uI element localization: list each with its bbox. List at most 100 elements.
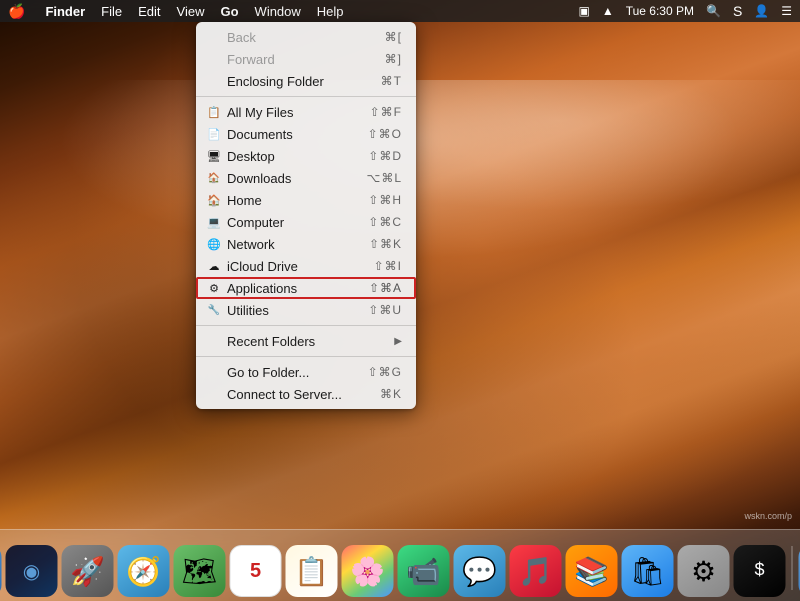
siri-icon: ◉ [23,559,40,584]
siri-icon[interactable]: S [733,3,742,19]
dock-item-settings[interactable]: ⚙ [678,545,730,597]
menu-item-connect[interactable]: Connect to Server... ⌘K [196,383,416,405]
menu-item-network-left: 🌐 Network [206,236,275,252]
separator-2 [196,325,416,326]
desktop: 🍎 Finder File Edit View Go Window Help ▣… [0,0,800,601]
search-icon[interactable]: 🔍 [706,4,721,18]
menubar-window[interactable]: Window [255,4,301,19]
terminal-icon: $ [754,561,765,581]
all-my-files-shortcut: ⇧⌘F [370,105,402,119]
dock-item-photos[interactable]: 🌸 [342,545,394,597]
network-icon: 🌐 [206,236,222,252]
menu-icon[interactable]: ☰ [781,4,792,18]
menubar-finder[interactable]: Finder [45,4,85,19]
dock-item-facetime[interactable]: 📹 [398,545,450,597]
downloads-shortcut: ⌥⌘L [366,171,402,185]
menu-item-all-my-files[interactable]: 📋 All My Files ⇧⌘F [196,101,416,123]
back-shortcut: ⌘[ [385,30,402,44]
menu-item-desktop[interactable]: 🖥 Desktop ⇧⌘D [196,145,416,167]
home-icon: 🏠 [206,192,222,208]
menu-item-home[interactable]: 🏠 Home ⇧⌘H [196,189,416,211]
home-label: Home [227,193,262,208]
battery-icon: ▣ [578,4,589,18]
menubar-left: 🍎 Finder File Edit View Go Window Help [8,3,344,20]
network-label: Network [227,237,275,252]
dock-item-messages[interactable]: 💬 [454,545,506,597]
icloud-shortcut: ⇧⌘I [374,259,402,273]
maps-icon: 🗺 [182,555,218,588]
documents-icon: 📄 [206,126,222,142]
back-label: Back [227,30,256,45]
dock-item-music[interactable]: 🎵 [510,545,562,597]
menu-item-documents[interactable]: 📄 Documents ⇧⌘O [196,123,416,145]
menu-item-back[interactable]: Back ⌘[ [196,26,416,48]
connect-shortcut: ⌘K [380,387,402,401]
downloads-icon: 🏠 [206,170,222,186]
menu-item-recent-folders-left: Recent Folders [206,333,315,349]
menubar-file[interactable]: File [101,4,122,19]
enclosing-icon [206,73,222,89]
connect-icon [206,386,222,402]
applications-shortcut: ⇧⌘A [369,281,402,295]
all-my-files-icon: 📋 [206,104,222,120]
forward-shortcut: ⌘] [385,52,402,66]
watermark: wskn.com/p [744,511,792,521]
clock: Tue 6:30 PM [626,4,694,18]
recent-folders-label: Recent Folders [227,334,315,349]
menu-item-utilities-left: 🔧 Utilities [206,302,269,318]
menu-item-forward[interactable]: Forward ⌘] [196,48,416,70]
menu-item-goto-left: Go to Folder... [206,364,309,380]
separator-3 [196,356,416,357]
dock-item-terminal[interactable]: $ [734,545,786,597]
facetime-icon: 📹 [406,555,441,588]
menu-item-icloud[interactable]: ☁ iCloud Drive ⇧⌘I [196,255,416,277]
menubar-edit[interactable]: Edit [138,4,160,19]
all-my-files-label: All My Files [227,105,293,120]
calendar-icon: 5 [250,560,261,583]
menubar-view[interactable]: View [177,4,205,19]
photos-icon: 🌸 [350,555,385,588]
menu-item-back-left: Back [206,29,256,45]
menu-item-applications[interactable]: ⚙ Applications ⇧⌘A [196,277,416,299]
menu-item-home-left: 🏠 Home [206,192,262,208]
reminders-icon: 📋 [294,555,329,588]
menu-item-computer-left: 💻 Computer [206,214,284,230]
menu-item-recent-folders[interactable]: Recent Folders [196,330,416,352]
goto-folder-icon [206,364,222,380]
dock-item-appstore[interactable]: 🛍 [622,545,674,597]
menu-item-applications-left: ⚙ Applications [206,280,297,296]
dock-item-safari[interactable]: 🧭 [118,545,170,597]
goto-folder-shortcut: ⇧⌘G [368,365,402,379]
dock-item-calendar[interactable]: 5 [230,545,282,597]
appstore-icon: 🛍 [630,555,666,588]
user-icon[interactable]: 👤 [754,4,769,18]
computer-icon: 💻 [206,214,222,230]
music-icon: 🎵 [518,555,553,588]
books-icon: 📚 [574,555,609,588]
apple-menu[interactable]: 🍎 [8,3,25,20]
dock-item-maps[interactable]: 🗺 [174,545,226,597]
icloud-label: iCloud Drive [227,259,298,274]
settings-icon: ⚙ [691,555,716,588]
menu-item-network[interactable]: 🌐 Network ⇧⌘K [196,233,416,255]
computer-label: Computer [227,215,284,230]
menu-item-utilities[interactable]: 🔧 Utilities ⇧⌘U [196,299,416,321]
menu-item-computer[interactable]: 💻 Computer ⇧⌘C [196,211,416,233]
menu-item-goto-folder[interactable]: Go to Folder... ⇧⌘G [196,361,416,383]
applications-label: Applications [227,281,297,296]
menubar-go[interactable]: Go [220,4,238,19]
back-icon [206,29,222,45]
dock-item-reminders[interactable]: 📋 [286,545,338,597]
menu-item-downloads[interactable]: 🏠 Downloads ⌥⌘L [196,167,416,189]
connect-label: Connect to Server... [227,387,342,402]
menu-item-forward-left: Forward [206,51,275,67]
menu-item-enclosing[interactable]: Enclosing Folder ⌘T [196,70,416,92]
goto-folder-label: Go to Folder... [227,365,309,380]
dock-item-siri[interactable]: ◉ [6,545,58,597]
dock-item-launchpad[interactable]: 🚀 [62,545,114,597]
menubar-help[interactable]: Help [317,4,344,19]
menubar: 🍎 Finder File Edit View Go Window Help ▣… [0,0,800,22]
menu-item-icloud-left: ☁ iCloud Drive [206,258,298,274]
dock-item-books[interactable]: 📚 [566,545,618,597]
dock-item-finder[interactable]: 😊 [0,545,2,597]
